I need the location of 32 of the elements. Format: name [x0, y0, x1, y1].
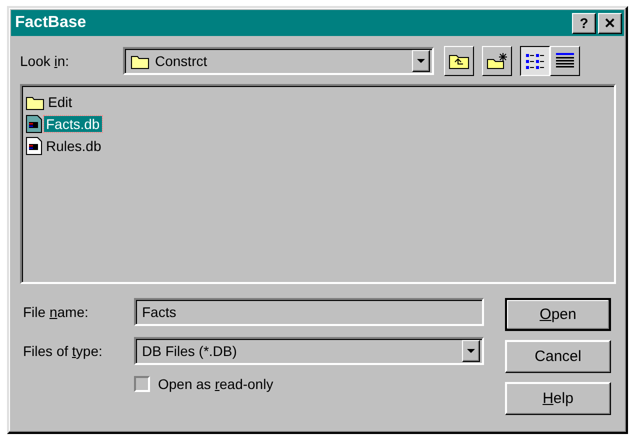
dropdown-arrow-icon — [467, 349, 475, 353]
file-item[interactable]: Rules.db — [44, 138, 104, 154]
dialog-button[interactable]: Cancel — [505, 340, 611, 373]
look-in-label: Look in: — [20, 53, 70, 69]
list-view-icon — [524, 52, 546, 70]
file-item[interactable]: Facts.db — [44, 116, 102, 132]
folder-icon — [131, 54, 149, 68]
file-type-dropdown[interactable]: DB Files (*.DB) — [134, 337, 484, 365]
details-view-icon — [554, 52, 576, 70]
database-file-icon — [26, 137, 42, 155]
database-file-icon — [26, 115, 42, 133]
file-name-label: File name: — [23, 304, 90, 320]
file-item[interactable]: Edit — [46, 94, 74, 110]
file-name-field[interactable]: Facts — [134, 298, 484, 326]
dropdown-arrow-icon — [417, 59, 425, 63]
close-button[interactable]: ✕ — [598, 12, 622, 34]
folder-name: Constrct — [155, 53, 208, 69]
dialog-button[interactable]: Open — [505, 298, 611, 331]
dialog-button[interactable]: Help — [505, 382, 611, 415]
toolbar-button[interactable] — [520, 46, 550, 76]
file-type-label: Files of type: — [23, 343, 104, 359]
help-button[interactable]: ? — [572, 12, 596, 34]
read-only-label: Open as read-only — [158, 376, 274, 392]
look-in-dropdown[interactable]: Constrct — [123, 47, 434, 75]
dropdown-button[interactable] — [412, 50, 430, 72]
file-type-value: DB Files (*.DB) — [142, 343, 238, 359]
window-title: FactBase — [15, 14, 88, 32]
folder-icon — [26, 94, 44, 110]
up-folder-icon — [448, 52, 470, 70]
read-only-checkbox[interactable] — [134, 376, 150, 392]
dropdown-button[interactable] — [462, 340, 480, 362]
new-folder-icon — [486, 52, 508, 70]
